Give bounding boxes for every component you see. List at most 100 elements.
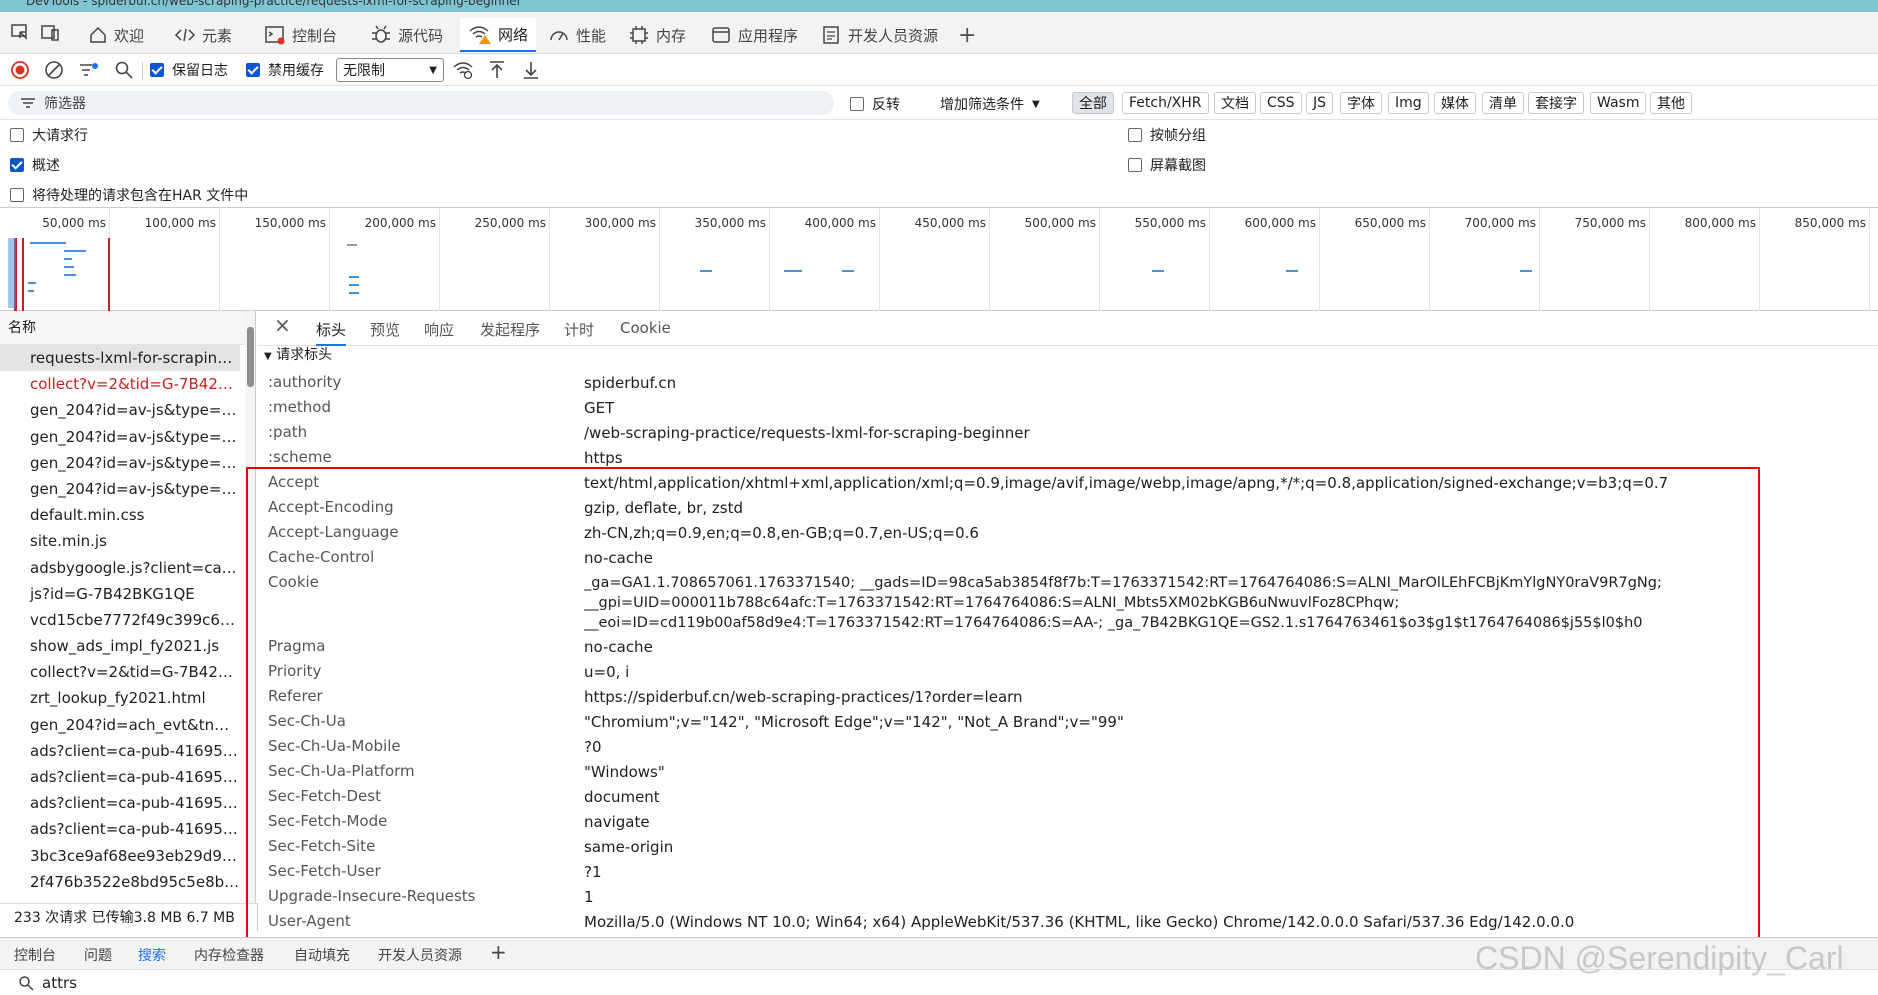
inspect-icon[interactable] [10,22,30,42]
request-row[interactable]: collect?v=2&tid=G-7B42B... [0,371,240,397]
more-filters-dropdown[interactable]: 增加筛选条件 ▼ [940,94,1040,114]
type-filter-doc[interactable]: 文档 [1214,92,1256,114]
request-row[interactable]: ads?client=ca-pub-416950... [0,764,240,790]
request-row[interactable]: vcd15cbe7772f49c399c6a5... [0,607,240,633]
drawer-tab-search[interactable]: 搜索 [138,945,166,965]
header-value: spiderbuf.cn [584,374,677,392]
clear-icon[interactable] [44,59,64,81]
request-row[interactable]: 3bc3ce9af68ee93eb29d97... [0,843,240,869]
search-icon[interactable] [114,59,134,81]
request-row[interactable]: gen_204?id=ach_evt&tn=... [0,712,240,738]
tab-application[interactable]: 应用程序 [702,18,806,52]
request-row[interactable]: gen_204?id=av-js&type=fl... [0,397,240,423]
request-row[interactable]: site.min.js [0,528,240,554]
har-checkbox[interactable]: 将待处理的请求包含在HAR 文件中 [10,185,248,205]
type-filter-fetch-xhr[interactable]: Fetch/XHR [1122,92,1209,114]
device-toolbar-icon[interactable] [40,22,60,42]
overview-checkbox[interactable]: 概述 [10,155,60,175]
add-tab-icon[interactable]: + [950,18,984,52]
type-filter-media[interactable]: 媒体 [1434,92,1476,114]
import-har-icon[interactable] [488,59,506,81]
triangle-down-icon: ▼ [264,351,272,362]
throttle-value: 无限制 [343,63,385,79]
request-list-scrollbar[interactable] [245,311,255,903]
tab-headers[interactable]: 标头 [316,319,347,346]
request-row[interactable]: 2f476b3522e8bd95c5e8ba... [0,869,240,895]
type-filter-js[interactable]: JS [1306,92,1334,114]
timeline-bar [349,276,359,278]
header-name: Referer [268,687,323,705]
type-filter-socket[interactable]: 套接字 [1528,92,1584,114]
request-row[interactable]: zrt_lookup_fy2021.html [0,685,240,711]
request-row[interactable]: collect?v=2&tid=G-7B42B... [0,659,240,685]
type-filter-css[interactable]: CSS [1260,92,1302,114]
tab-preview[interactable]: 预览 [370,319,400,340]
tab-console[interactable]: 控制台 [256,18,345,52]
request-row[interactable]: gen_204?id=av-js&type=fl... [0,450,240,476]
timeline-tick: 300,000 ms [550,208,660,312]
request-row[interactable]: ads?client=ca-pub-416950... [0,738,240,764]
header-name: Sec-Fetch-Mode [268,812,388,830]
tab-network[interactable]: 网络 [460,18,537,52]
disable-cache-checkbox[interactable]: 禁用缓存 [246,59,324,81]
tab-sources[interactable]: 源代码 [362,18,451,52]
tab-label: 欢迎 [114,26,145,45]
header-name: Accept-Language [268,523,399,541]
timeline-overview[interactable]: 50,000 ms 100,000 ms 150,000 ms 200,000 … [0,207,1878,312]
filter-input[interactable]: 筛选器 [8,91,834,115]
add-drawer-tab-icon[interactable]: + [490,940,507,964]
request-row[interactable]: default.min.css [0,502,240,528]
filter-icon[interactable] [78,59,100,81]
timeline-tick: 100,000 ms [110,208,220,312]
tab-cookies[interactable]: Cookie [620,319,671,337]
request-row[interactable]: show_ads_impl_fy2021.js [0,633,240,659]
big-rows-checkbox[interactable]: 大请求行 [10,125,88,145]
type-filter-wasm[interactable]: Wasm [1590,92,1647,114]
tab-developer-resources[interactable]: 开发人员资源 [812,18,946,52]
request-headers-section[interactable]: ▼ 请求标头 [264,344,332,364]
drawer-tab-memory-inspector[interactable]: 内存检查器 [194,945,264,965]
name-column-header[interactable]: 名称 [0,311,255,345]
header-name: Upgrade-Insecure-Requests [268,887,476,905]
tab-timing[interactable]: 计时 [564,319,594,340]
search-input[interactable]: attrs [42,974,77,992]
preserve-log-checkbox[interactable]: 保留日志 [150,59,228,81]
tab-initiator[interactable]: 发起程序 [480,319,540,340]
type-filter-img[interactable]: Img [1388,92,1429,114]
tab-elements[interactable]: 元素 [166,18,240,52]
type-filter-other[interactable]: 其他 [1650,92,1692,114]
close-icon[interactable]: × [274,313,291,337]
tab-performance[interactable]: 性能 [540,18,614,52]
drawer-tab-issues[interactable]: 问题 [84,945,112,965]
timeline-bar [8,238,16,308]
tab-welcome[interactable]: 欢迎 [80,18,152,52]
request-row[interactable]: adsbygoogle.js?client=ca-... [0,555,240,581]
request-row[interactable]: ads?client=ca-pub-416950... [0,816,240,842]
request-row[interactable]: gen_204?id=av-js&type=fl... [0,424,240,450]
filter-row: 筛选器 反转 增加筛选条件 ▼ 全部 Fetch/XHR 文档 CSS JS 字… [0,86,1878,120]
export-har-icon[interactable] [522,59,540,81]
timeline-tick: 750,000 ms [1540,208,1650,312]
scrollbar-thumb[interactable] [247,327,254,387]
request-row[interactable]: gen_204?id=av-js&type=fl... [0,476,240,502]
type-filter-all[interactable]: 全部 [1072,92,1114,114]
screenshots-checkbox[interactable]: 屏幕截图 [1128,155,1206,175]
header-name: Accept-Encoding [268,498,394,516]
tab-memory[interactable]: 内存 [620,18,694,52]
request-row[interactable]: ads?client=ca-pub-416950... [0,790,240,816]
request-row[interactable]: requests-lxml-for-scraping... [0,345,240,372]
drawer-tab-autofill[interactable]: 自动填充 [294,945,350,965]
invert-label: 反转 [872,97,900,113]
group-by-frame-checkbox[interactable]: 按帧分组 [1128,125,1206,145]
request-row[interactable]: js?id=G-7B42BKG1QE [0,581,240,607]
drawer-tab-developer-resources[interactable]: 开发人员资源 [378,945,462,965]
network-conditions-icon[interactable] [452,59,474,81]
invert-checkbox[interactable]: 反转 [850,94,900,114]
drawer-tab-console[interactable]: 控制台 [14,945,56,965]
tab-response[interactable]: 响应 [424,319,454,340]
record-icon[interactable] [10,59,30,81]
throttle-select[interactable]: 无限制 ▼ [336,58,444,82]
type-filter-font[interactable]: 字体 [1340,92,1382,114]
header-name: Sec-Ch-Ua-Platform [268,762,415,780]
type-filter-manifest[interactable]: 清单 [1482,92,1524,114]
